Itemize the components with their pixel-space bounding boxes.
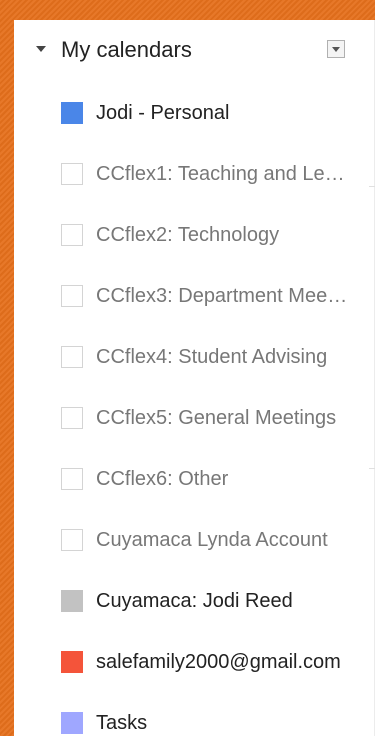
section-title[interactable]: My calendars [61, 36, 192, 64]
calendar-color-checkbox[interactable] [61, 467, 83, 490]
calendar-item[interactable]: CCflex4: Student Advising [14, 326, 364, 387]
calendar-label[interactable]: salefamily2000@gmail.com [96, 649, 341, 675]
calendar-item[interactable]: Jodi - Personal [14, 82, 364, 143]
calendar-label[interactable]: CCflex5: General Meetings [96, 405, 336, 431]
calendar-sidebar: My calendars Jodi - Personal CCflex1: Te… [14, 20, 375, 736]
calendar-label[interactable]: Cuyamaca Lynda Account [96, 527, 328, 553]
calendar-item[interactable]: CCflex6: Other [14, 448, 364, 509]
calendar-item[interactable]: Cuyamaca Lynda Account [14, 509, 364, 570]
calendar-label[interactable]: CCflex2: Technology [96, 222, 279, 248]
calendar-color-checkbox[interactable] [61, 528, 83, 551]
calendar-color-checkbox[interactable] [61, 711, 83, 734]
my-calendars-header[interactable]: My calendars [14, 28, 364, 72]
calendar-item[interactable]: CCflex3: Department Meetings [14, 265, 364, 326]
collapse-triangle-icon[interactable] [36, 46, 46, 52]
chevron-down-icon [332, 47, 340, 52]
calendar-list: Jodi - Personal CCflex1: Teaching and Le… [14, 82, 364, 736]
calendar-color-checkbox[interactable] [61, 162, 83, 185]
calendar-color-checkbox[interactable] [61, 345, 83, 368]
calendar-color-checkbox[interactable] [61, 589, 83, 612]
calendar-item[interactable]: Tasks [14, 692, 364, 736]
calendar-color-checkbox[interactable] [61, 284, 83, 307]
calendar-label[interactable]: CCflex3: Department Meetings [96, 283, 348, 309]
calendar-item[interactable]: CCflex2: Technology [14, 204, 364, 265]
calendar-label[interactable]: CCflex4: Student Advising [96, 344, 327, 370]
grid-line [369, 468, 375, 469]
calendar-item[interactable]: salefamily2000@gmail.com [14, 631, 364, 692]
calendar-label[interactable]: CCflex6: Other [96, 466, 228, 492]
calendar-color-checkbox[interactable] [61, 406, 83, 429]
calendar-item[interactable]: Cuyamaca: Jodi Reed [14, 570, 364, 631]
calendar-options-dropdown-button[interactable] [327, 40, 345, 58]
calendar-label[interactable]: Cuyamaca: Jodi Reed [96, 588, 293, 614]
calendar-item[interactable]: CCflex1: Teaching and Learning [14, 143, 364, 204]
grid-line [369, 186, 375, 187]
calendar-label[interactable]: CCflex1: Teaching and Learning [96, 161, 348, 187]
calendar-color-checkbox[interactable] [61, 101, 83, 124]
calendar-color-checkbox[interactable] [61, 223, 83, 246]
calendar-label[interactable]: Tasks [96, 710, 147, 736]
calendar-item[interactable]: CCflex5: General Meetings [14, 387, 364, 448]
calendar-color-checkbox[interactable] [61, 650, 83, 673]
calendar-label[interactable]: Jodi - Personal [96, 100, 229, 126]
